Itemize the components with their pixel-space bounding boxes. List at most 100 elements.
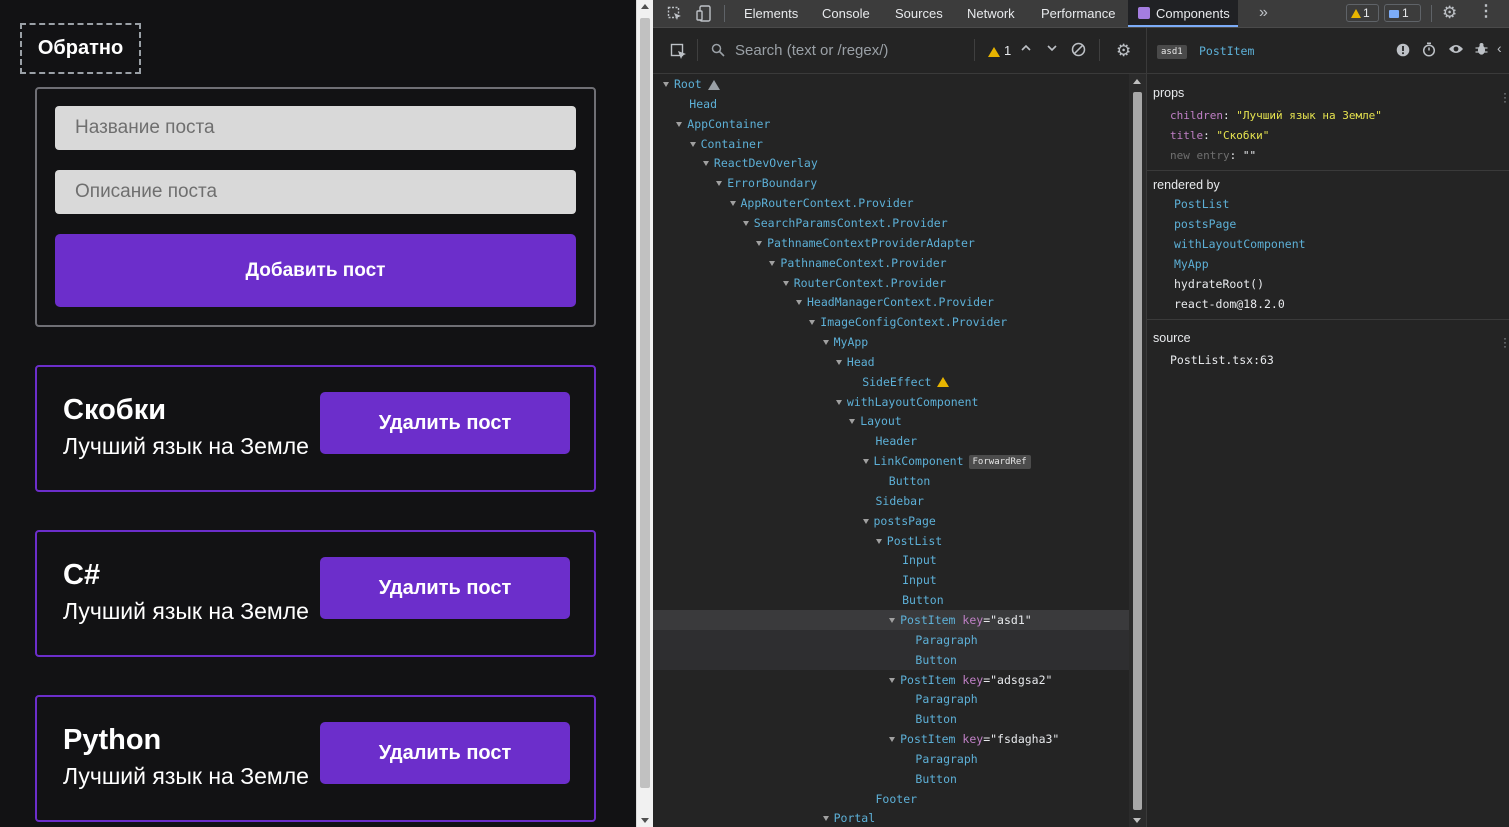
tree-node[interactable]: Head (653, 352, 1129, 372)
tree-node[interactable]: PostItem key="asd1" (653, 609, 1129, 630)
tree-node[interactable]: Root (653, 74, 1129, 94)
expand-caret-icon[interactable] (862, 518, 869, 524)
tree-node[interactable]: Button (653, 709, 1129, 729)
tree-node[interactable]: RouterContext.Provider (653, 273, 1129, 293)
tree-node[interactable]: Button (653, 769, 1129, 789)
delete-post-button[interactable]: Удалить пост (320, 722, 570, 784)
stopwatch-icon[interactable] (1422, 42, 1436, 60)
tree-node[interactable]: SideEffect (653, 372, 1129, 392)
tree-node[interactable]: PathnameContext.Provider (653, 253, 1129, 273)
page-scrollbar[interactable] (636, 0, 653, 827)
tree-node[interactable]: Paragraph (653, 749, 1129, 769)
expand-caret-icon[interactable] (835, 399, 842, 405)
tree-node[interactable]: Input (653, 570, 1129, 590)
expand-caret-icon[interactable] (796, 300, 802, 306)
messages-badge[interactable]: 1 (1384, 4, 1421, 22)
rendered-by-link[interactable]: postsPage (1174, 217, 1236, 231)
rendered-by-link[interactable]: MyApp (1174, 257, 1209, 271)
chevron-down-icon[interactable] (1046, 42, 1058, 57)
tree-node[interactable]: withLayoutComponent (653, 392, 1129, 412)
new-prop-row[interactable]: new entry: "" (1170, 149, 1256, 162)
expand-caret-icon[interactable] (809, 320, 816, 326)
component-search-input[interactable]: Search (text or /regex/) (735, 42, 888, 59)
expand-caret-icon[interactable] (729, 201, 736, 207)
more-options-icon[interactable]: ⋮ (1478, 4, 1494, 20)
back-button[interactable]: Обратно (20, 23, 141, 74)
new-prop-key[interactable]: new entry (1170, 149, 1230, 162)
tree-node[interactable]: HeadManagerContext.Provider (653, 292, 1129, 312)
tree-node[interactable]: AppRouterContext.Provider (653, 193, 1129, 213)
expand-caret-icon[interactable] (769, 260, 776, 266)
expand-caret-icon[interactable] (702, 161, 709, 167)
tree-node[interactable]: MyApp (653, 332, 1129, 352)
scroll-down-arrow-icon[interactable] (641, 818, 649, 823)
search-warnings[interactable]: 1 (988, 44, 1011, 57)
expand-caret-icon[interactable] (889, 737, 896, 743)
tree-node[interactable]: LinkComponent ForwardRef (653, 451, 1129, 471)
tree-node[interactable]: PostItem key="adsgsa2" (653, 670, 1129, 690)
scroll-thumb[interactable] (640, 18, 650, 788)
inspect-element-icon[interactable] (667, 6, 683, 25)
prop-row[interactable]: children: "Лучший язык на Земле" (1170, 109, 1382, 122)
expand-caret-icon[interactable] (663, 82, 669, 87)
tree-node[interactable]: ReactDevOverlay (653, 153, 1129, 173)
rendered-by-link[interactable]: PostList (1174, 197, 1229, 211)
scroll-up-arrow-icon[interactable] (641, 4, 649, 9)
tree-node[interactable]: PostList (653, 531, 1129, 551)
expand-caret-icon[interactable] (875, 538, 882, 544)
eye-icon[interactable] (1448, 43, 1464, 58)
tab-performance[interactable]: Performance (1041, 0, 1115, 27)
scroll-thumb[interactable] (1133, 92, 1142, 810)
tree-node[interactable]: Paragraph (653, 689, 1129, 709)
expand-caret-icon[interactable] (782, 280, 789, 286)
tree-node[interactable]: ImageConfigContext.Provider (653, 312, 1129, 332)
tree-node[interactable]: Paragraph (653, 629, 1129, 650)
warnings-badge[interactable]: 1 (1346, 4, 1379, 22)
expand-caret-icon[interactable] (889, 677, 896, 683)
tree-scrollbar[interactable] (1129, 74, 1146, 827)
tab-sources[interactable]: Sources (895, 0, 943, 27)
tree-node[interactable]: SearchParamsContext.Provider (653, 213, 1129, 233)
post-title-input[interactable] (55, 106, 576, 150)
bug-icon[interactable] (1475, 42, 1488, 59)
scroll-down-arrow-icon[interactable] (1133, 818, 1141, 823)
expand-caret-icon[interactable] (822, 340, 829, 346)
rendered-by-link[interactable]: withLayoutComponent (1174, 237, 1306, 251)
tab-console[interactable]: Console (822, 0, 870, 27)
suspend-warning-icon[interactable] (1396, 43, 1410, 60)
prop-row[interactable]: title: "Скобки" (1170, 129, 1269, 142)
select-component-icon[interactable] (670, 43, 688, 64)
tree-node[interactable]: Head (653, 94, 1129, 114)
expand-caret-icon[interactable] (742, 220, 749, 226)
expand-caret-icon[interactable] (716, 181, 723, 187)
source-menu-icon[interactable]: · · · (1503, 332, 1507, 352)
expand-caret-icon[interactable] (689, 141, 696, 147)
chevron-up-icon[interactable] (1020, 42, 1032, 57)
tree-node[interactable]: Button (653, 471, 1129, 491)
components-settings-gear-icon[interactable]: ⚙ (1116, 42, 1131, 59)
tree-node[interactable]: Footer (653, 789, 1129, 809)
tree-node[interactable]: Button (653, 649, 1129, 670)
tab-network[interactable]: Network (967, 0, 1015, 27)
expand-caret-icon[interactable] (822, 816, 829, 822)
delete-post-button[interactable]: Удалить пост (320, 392, 570, 454)
collapse-chevron-left-icon[interactable]: ‹ (1497, 41, 1502, 55)
expand-caret-icon[interactable] (756, 240, 763, 246)
scroll-up-arrow-icon[interactable] (1133, 79, 1141, 84)
device-toolbar-icon[interactable] (696, 5, 712, 25)
clear-block-icon[interactable] (1071, 42, 1086, 60)
tree-node[interactable]: Layout (653, 411, 1129, 431)
more-tabs-chevron-icon[interactable]: » (1259, 5, 1268, 21)
new-prop-value[interactable]: "" (1243, 149, 1256, 162)
expand-caret-icon[interactable] (849, 419, 856, 425)
tree-node[interactable]: Sidebar (653, 491, 1129, 511)
prop-value[interactable]: "Скобки" (1216, 129, 1269, 142)
tree-node[interactable]: Header (653, 431, 1129, 451)
expand-caret-icon[interactable] (862, 459, 869, 465)
expand-caret-icon[interactable] (889, 617, 896, 623)
expand-caret-icon[interactable] (676, 121, 683, 127)
tree-node[interactable]: Button (653, 590, 1129, 610)
tree-node[interactable]: Container (653, 134, 1129, 154)
tree-node[interactable]: ErrorBoundary (653, 173, 1129, 193)
settings-gear-icon[interactable]: ⚙ (1442, 4, 1457, 21)
